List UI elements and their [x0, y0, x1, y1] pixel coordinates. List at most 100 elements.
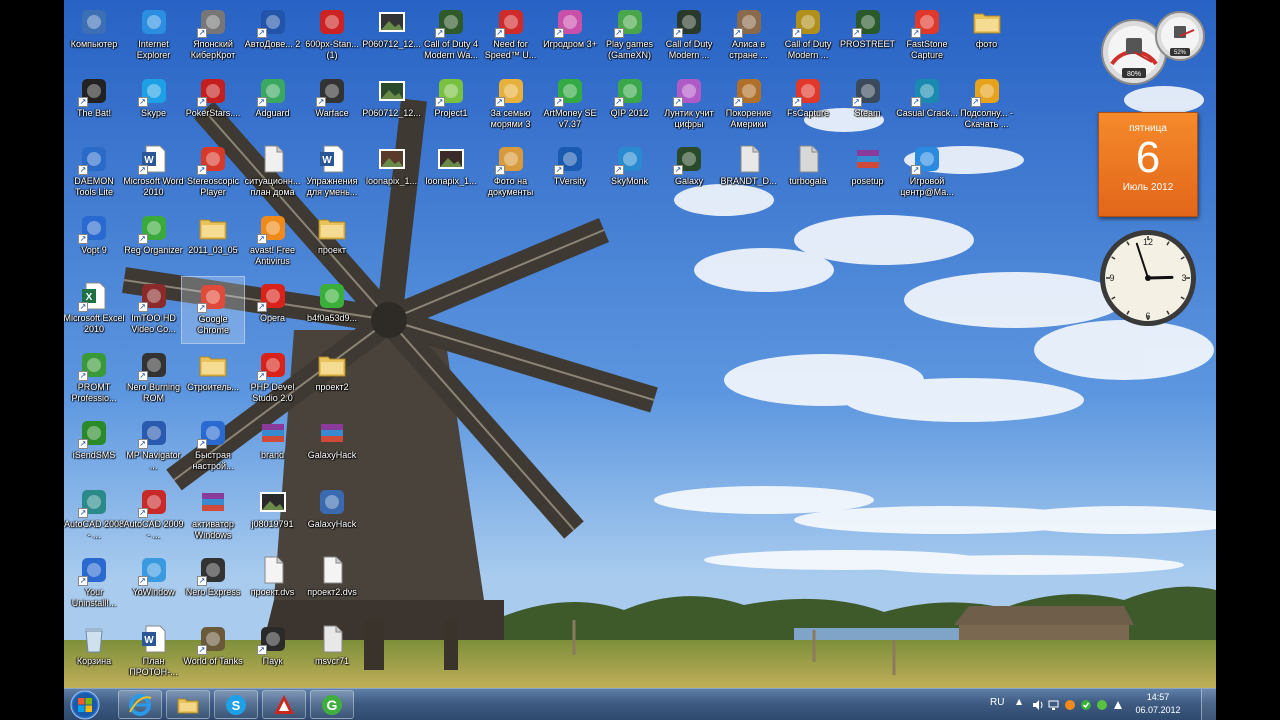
desktop-icon[interactable]: P060712_12... — [360, 2, 424, 70]
desktop-icon[interactable]: ↗ Алиса в стране ... — [717, 2, 781, 70]
language-indicator[interactable]: RU — [990, 697, 1004, 708]
taskbar-ie-button[interactable] — [118, 690, 162, 719]
desktop-icon[interactable]: ↗ Игровой центр@Ма... — [895, 139, 959, 207]
desktop-icon[interactable]: ↗ Подсолну... - Скачать ... — [955, 71, 1019, 139]
desktop-icon[interactable]: Корзина — [64, 619, 126, 687]
cpu-meter-gadget[interactable]: 80% 52% — [1098, 8, 1208, 88]
desktop-icon[interactable]: ↗ PROMT Professio... — [64, 345, 126, 413]
desktop-icon[interactable]: ↗ Galaxy — [657, 139, 721, 207]
desktop-icon[interactable]: ↗ Покорение Америки — [717, 71, 781, 139]
desktop-icon[interactable]: активатор Windows — [181, 482, 245, 550]
clock-gadget[interactable]: 12 3 6 9 — [1098, 228, 1198, 328]
show-hidden-icons-button[interactable]: ▲ — [1016, 697, 1022, 706]
desktop-icon[interactable]: ↗ QIP 2012 — [598, 71, 662, 139]
desktop-icon[interactable]: Строитель... — [181, 345, 245, 413]
desktop-icon[interactable]: ↗ Project1 — [419, 71, 483, 139]
desktop-icon[interactable]: ↗ Stereoscopic Player — [181, 139, 245, 207]
volume-icon[interactable] — [1032, 699, 1044, 711]
desktop-icon[interactable]: ↗ The Bat! — [64, 71, 126, 139]
desktop[interactable]: Компьютер Internet Explorer ↗ Японский Кибе… — [64, 0, 1216, 720]
desktop-icon[interactable]: ↗ AutoCAD 2009 - ... — [122, 482, 186, 550]
calendar-gadget[interactable]: пятница 6 Июль 2012 — [1098, 112, 1198, 217]
desktop-icon[interactable]: ↗ ArtMoney SE v7.37 — [538, 71, 602, 139]
desktop-icon[interactable]: ↗ FastStone Capture — [895, 2, 959, 70]
desktop-icon[interactable]: ↗ Reg Organizer — [122, 208, 186, 276]
desktop-icon[interactable]: ↗ MP Navigator ... — [122, 413, 186, 481]
desktop-icon[interactable]: ↗ avast! Free Antivirus — [241, 208, 305, 276]
qip-tray-icon[interactable] — [1096, 699, 1108, 711]
desktop-icon[interactable]: ↗ World of Tanks — [181, 619, 245, 687]
skype-tray-icon[interactable] — [1080, 699, 1092, 711]
desktop-icon[interactable]: ↗ TVersity — [538, 139, 602, 207]
desktop-icon[interactable]: loonapix_1... — [360, 139, 424, 207]
desktop-icon[interactable]: P060712_12... — [360, 71, 424, 139]
desktop-icon[interactable]: ситуационн... план дома — [241, 139, 305, 207]
desktop-icon[interactable]: ↗ FsCapture — [776, 71, 840, 139]
desktop-icon[interactable]: проект — [300, 208, 364, 276]
desktop-icon[interactable]: ↗ Call of Duty Modern ... — [657, 2, 721, 70]
taskbar-explorer-button[interactable] — [166, 690, 210, 719]
taskbar-gamexn-button[interactable]: G — [310, 690, 354, 719]
desktop-icon[interactable]: ↗ Лунтик учит цифры — [657, 71, 721, 139]
desktop-icon[interactable]: BRANDT_D... — [717, 139, 781, 207]
desktop-icon[interactable]: 600px-Stan... (1) — [300, 2, 364, 70]
desktop-icon[interactable]: loonapix_1... — [419, 139, 483, 207]
network-icon[interactable] — [1048, 699, 1060, 711]
desktop-icon[interactable]: posetup — [836, 139, 900, 207]
desktop-icon[interactable]: W ↗ Microsoft Word 2010 — [122, 139, 186, 207]
desktop-icon[interactable]: проект2 — [300, 345, 364, 413]
desktop-icon[interactable]: ↗ Casual Crack... — [895, 71, 959, 139]
desktop-icon[interactable]: ↗ PokerStars.... — [181, 71, 245, 139]
desktop-icon[interactable]: brand — [241, 413, 305, 481]
desktop-icon[interactable]: msvcr71 — [300, 619, 364, 687]
taskbar-skype-button[interactable]: S — [214, 690, 258, 719]
desktop-icon[interactable]: turbogala — [776, 139, 840, 207]
desktop-icon[interactable]: ↗ Nero Express — [181, 550, 245, 618]
desktop-icon[interactable]: j08019791 — [241, 482, 305, 550]
desktop-icon[interactable]: фото — [955, 2, 1019, 70]
desktop-icon[interactable]: ↗ Игродром 3+ — [538, 2, 602, 70]
desktop-icon[interactable]: b4f0a53d9... — [300, 276, 364, 344]
desktop-icon[interactable]: ↗ Your Uninstall!... — [64, 550, 126, 618]
start-button[interactable] — [68, 689, 102, 720]
desktop-icon[interactable]: 2011_03_05 — [181, 208, 245, 276]
desktop-icon[interactable]: W План ПРОТОН-... — [122, 619, 186, 687]
desktop-icon[interactable]: X ↗ Microsoft Excel 2010 — [64, 276, 126, 344]
desktop-icon[interactable]: ↗ DAEMON Tools Lite — [64, 139, 126, 207]
taskbar-clock-date[interactable]: 06.07.2012 — [1128, 705, 1188, 715]
desktop-icon[interactable]: ↗ Play games (GameXN) — [598, 2, 662, 70]
desktop-icon[interactable]: ↗ Google Chrome — [181, 276, 245, 344]
desktop-icon[interactable]: ↗ Need for Speed™ U... — [479, 2, 543, 70]
desktop-icon[interactable]: GalaxyHack — [300, 482, 364, 550]
desktop-icon[interactable]: ↗ Паук — [241, 619, 305, 687]
desktop-icon[interactable]: ↗ YoWindow — [122, 550, 186, 618]
action-center-icon[interactable] — [1112, 699, 1124, 711]
desktop-icon[interactable]: ↗ Steam — [836, 71, 900, 139]
desktop-icon[interactable]: ↗ Skype — [122, 71, 186, 139]
desktop-icon[interactable]: ↗ Быстрая настрой... — [181, 413, 245, 481]
antivirus-icon[interactable] — [1064, 699, 1076, 711]
desktop-icon[interactable]: W Упражнения для умень... — [300, 139, 364, 207]
desktop-icon[interactable]: ↗ Adguard — [241, 71, 305, 139]
taskbar-clock-time[interactable]: 14:57 — [1128, 692, 1188, 702]
taskbar-autocad-button[interactable] — [262, 690, 306, 719]
desktop-icon[interactable]: ↗ АвтоДове... 2 — [241, 2, 305, 70]
desktop-icon[interactable]: Компьютер — [64, 2, 126, 70]
desktop-icon[interactable]: ↗ iSendSMS — [64, 413, 126, 481]
desktop-icon[interactable]: ↗ Call of Duty Modern ... — [776, 2, 840, 70]
desktop-icon[interactable]: ↗ Фото на документы — [479, 139, 543, 207]
desktop-icon[interactable]: ↗ Vopt 9 — [64, 208, 126, 276]
show-desktop-button[interactable] — [1201, 689, 1216, 720]
desktop-icon[interactable]: ↗ PROSTREET — [836, 2, 900, 70]
desktop-icon[interactable]: ↗ SkyMonk — [598, 139, 662, 207]
desktop-icon[interactable]: проект.dvs — [241, 550, 305, 618]
desktop-icon[interactable]: Internet Explorer — [122, 2, 186, 70]
desktop-icon[interactable]: ↗ За семью морями 3 — [479, 71, 543, 139]
desktop-icon[interactable]: ↗ ImTOO HD Video Co... — [122, 276, 186, 344]
desktop-icon[interactable]: ↗ Японский КиберКрот — [181, 2, 245, 70]
desktop-icon[interactable]: GalaxyHack — [300, 413, 364, 481]
desktop-icon[interactable]: ↗ Call of Duty 4 Modern Wa... — [419, 2, 483, 70]
desktop-icon[interactable]: ↗ Nero Burning ROM — [122, 345, 186, 413]
desktop-icon[interactable]: ↗ PHP Devel Studio 2.0 — [241, 345, 305, 413]
desktop-icon[interactable]: ↗ Warface — [300, 71, 364, 139]
